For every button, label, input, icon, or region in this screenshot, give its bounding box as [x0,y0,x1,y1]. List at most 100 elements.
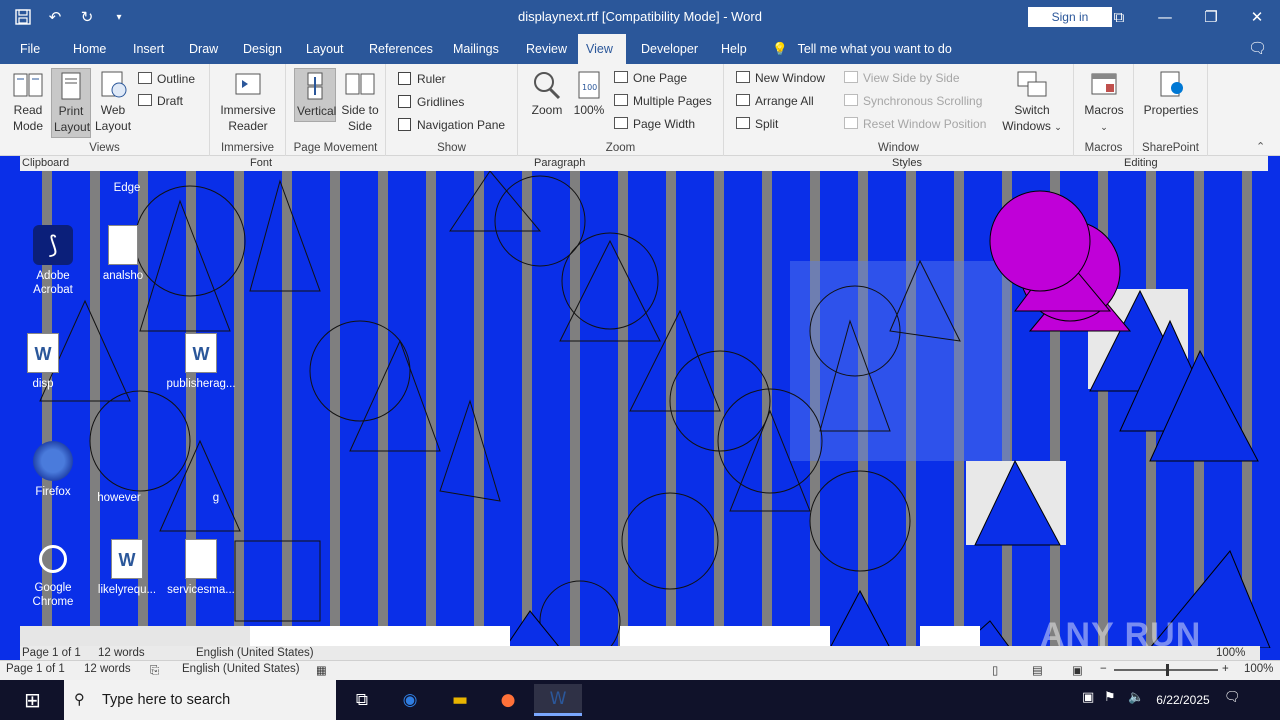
desktop-icon-adobe-acrobat[interactable]: ⟆ Adobe Acrobat [16,225,90,297]
proofing-icon[interactable]: ⎘ [150,663,159,678]
desktop-icon-disp[interactable]: W disp [6,333,80,391]
web-layout-button[interactable]: Web Layout [93,68,133,136]
page-width-button[interactable]: Page Width [614,114,695,134]
desktop-icon-analsho[interactable]: analsho [86,225,160,283]
glitch-stripe [762,171,772,648]
draft-button[interactable]: Draft [138,91,183,111]
switch-windows-icon [1017,71,1047,97]
desktop-icon-edge[interactable]: Edge [90,181,164,195]
tab-draw[interactable]: Draw [181,34,226,64]
read-mode-button[interactable]: Read Mode [6,68,50,136]
draft-icon [138,94,152,106]
split-button[interactable]: Split [736,114,778,134]
desktop-icon-g[interactable]: g [196,491,236,505]
task-view-icon[interactable]: ⧉ [346,684,378,716]
navigation-pane-checkbox[interactable]: Navigation Pane [398,115,505,135]
print-layout-button[interactable]: Print Layout [51,68,91,138]
arrange-all-button[interactable]: Arrange All [736,91,814,111]
zoom-out-icon[interactable]: − [1100,663,1107,675]
word-count[interactable]: 12 words [84,663,131,675]
properties-button[interactable]: Properties [1140,68,1202,120]
gridlines-check [398,95,411,108]
windows-start-icon[interactable]: ⊞ [24,688,50,712]
tab-help[interactable]: Help [713,34,755,64]
reset-window-position-button[interactable]: Reset Window Position [844,114,986,134]
desktop-icon-however[interactable]: however [82,491,156,505]
comments-icon[interactable]: 🗨 [1248,39,1267,57]
tell-me-search[interactable]: 💡 Tell me what you want to do [772,34,952,64]
ribbon-display-options-icon[interactable]: ⧉ [1096,0,1142,34]
volume-icon[interactable]: 🔈 [1128,690,1144,705]
outline-button[interactable]: Outline [138,69,195,89]
glitch-stripe [522,171,532,648]
new-window-button[interactable]: New Window [736,68,825,88]
desktop-icon-publisherag[interactable]: W publisherag... [164,333,238,391]
web-layout-view-icon[interactable]: ▣ [1072,663,1083,677]
zoom-level[interactable]: 100% [1244,663,1273,675]
macros-button[interactable]: Macros ⌄ [1080,68,1128,137]
collapse-ribbon-icon[interactable]: ⌃ [1256,140,1265,153]
synchronous-scrolling-label: Synchronous Scrolling [863,94,983,108]
desktop-icon-label: Edge [113,182,141,194]
desktop-icon-google-chrome[interactable]: Google Chrome [16,539,90,609]
restore-icon[interactable]: ❐ [1188,0,1234,34]
word-taskbar-icon[interactable]: W [534,684,582,716]
acrobat-icon: ⟆ [33,225,73,265]
macros-label: Macros [1084,103,1124,117]
close-icon[interactable]: ✕ [1234,0,1280,34]
tab-view[interactable]: View [578,34,626,64]
group-sharepoint: Properties SharePoint [1134,64,1208,156]
vertical-button[interactable]: Vertical [294,68,336,122]
zoom-in-icon[interactable]: + [1222,663,1229,675]
minimize-icon[interactable]: — [1142,0,1188,34]
gridlines-checkbox[interactable]: Gridlines [398,92,464,112]
side-to-side-label: Side to Side [341,103,379,133]
tab-review[interactable]: Review [518,34,575,64]
switch-windows-button[interactable]: Switch Windows ⌄ [996,68,1068,137]
tab-references[interactable]: References [361,34,441,64]
tab-mailings[interactable]: Mailings [445,34,507,64]
split-label: Split [755,117,779,131]
views-group-label: Views [89,142,120,154]
ruler-checkbox[interactable]: Ruler [398,69,446,89]
side-to-side-button[interactable]: Side to Side [338,68,382,136]
file-explorer-icon[interactable]: ▬ [444,684,476,716]
people-icon[interactable]: ⚑ [1104,690,1116,705]
tab-layout[interactable]: Layout [298,34,352,64]
view-side-by-side-button[interactable]: View Side by Side [844,68,960,88]
switch-windows-label: Switch Windows [1002,103,1051,133]
network-icon[interactable]: ▣ [1082,690,1094,705]
tab-file[interactable]: File [12,34,48,64]
zoom-100-button[interactable]: 100 100% [570,68,608,120]
language[interactable]: English (United States) [182,663,300,675]
page-count[interactable]: Page 1 of 1 [6,663,65,675]
accessibility-icon[interactable]: ▦ [316,663,327,677]
side-by-side-icon [844,71,858,83]
search-placeholder: Type here to search [102,692,231,708]
ribbon-view: Read Mode Print Layout Web Layout Outlin… [0,64,1280,156]
tab-design[interactable]: Design [235,34,290,64]
taskbar-date[interactable]: 6/22/2025 [1146,693,1220,707]
edge-icon[interactable]: ◉ [394,684,426,716]
tab-home[interactable]: Home [65,34,114,64]
new-window-label: New Window [755,71,826,85]
zoom-button[interactable]: Zoom [526,68,568,120]
desktop-icon-likelyrequ[interactable]: W likelyrequ... [90,539,164,597]
desktop-icon-firefox[interactable]: Firefox [16,441,90,499]
tab-developer[interactable]: Developer [633,34,706,64]
zoom-slider-thumb[interactable] [1166,664,1169,676]
immersive-reader-button[interactable]: Immersive Reader [216,68,280,136]
outline-label: Outline [157,72,196,86]
print-layout-view-icon[interactable]: ▤ [1032,663,1043,677]
taskbar-search[interactable]: ⚲ Type here to search [64,680,336,720]
notifications-icon[interactable]: 🗨 [1224,690,1241,705]
multiple-pages-button[interactable]: Multiple Pages [614,91,712,111]
read-mode-view-icon[interactable]: ▯ [992,663,998,677]
desktop-icon-servicesma[interactable]: servicesma... [164,539,238,597]
firefox-taskbar-icon[interactable]: ● [492,684,524,716]
ghost-clipboard-label: Clipboard [22,157,70,169]
synchronous-scrolling-button[interactable]: Synchronous Scrolling [844,91,982,111]
desktop-icon-label: disp [32,378,54,390]
one-page-button[interactable]: One Page [614,68,687,88]
tab-insert[interactable]: Insert [125,34,172,64]
